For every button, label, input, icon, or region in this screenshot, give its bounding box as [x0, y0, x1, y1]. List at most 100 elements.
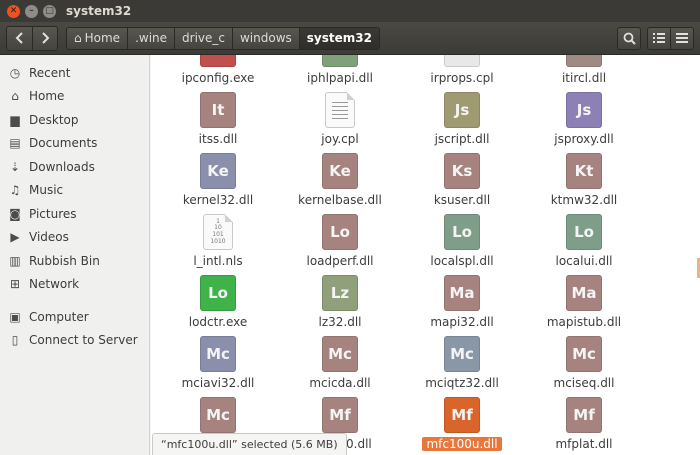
sidebar-item-label: Computer: [29, 309, 89, 324]
file-item[interactable]: Mf mfc100u.dll: [401, 397, 523, 451]
file-item[interactable]: Mc mciseq.dll: [523, 336, 645, 390]
library-file-icon: Ke: [322, 153, 358, 189]
sidebar-item-connect-to-server[interactable]: ▯ Connect to Server: [0, 329, 149, 353]
file-icon-abbr: Mf: [329, 406, 351, 424]
file-icon-abbr: Mf: [573, 406, 595, 424]
file-item[interactable]: iphlpapi.dll: [279, 55, 401, 85]
file-name: mciseq.dll: [553, 376, 615, 390]
file-item[interactable]: Ma mapi32.dll: [401, 275, 523, 329]
file-name: localspl.dll: [430, 254, 494, 268]
file-label-wrap: localspl.dll: [401, 250, 523, 268]
sidebar-item-documents[interactable]: ▤ Documents: [0, 132, 149, 156]
file-item[interactable]: Mc mcicda.dll: [279, 336, 401, 390]
file-item[interactable]: It itss.dll: [157, 92, 279, 146]
sidebar-item-recent[interactable]: ◷ Recent: [0, 61, 149, 85]
minimize-window-button[interactable]: –: [25, 4, 38, 18]
sidebar-item-downloads[interactable]: ⇣ Downloads: [0, 155, 149, 179]
icon-glyph-line: 1010: [210, 237, 226, 245]
file-name: ktmw32.dll: [550, 193, 618, 207]
file-name: ksuser.dll: [433, 193, 491, 207]
breadcrumb: ⌂ Home .wine drive_c windows system32: [66, 26, 380, 50]
sidebar-item-rubbish-bin[interactable]: ▥ Rubbish Bin: [0, 249, 149, 273]
file-label-wrap: ktmw32.dll: [523, 189, 645, 207]
file-item[interactable]: joy.cpl: [279, 92, 401, 146]
file-item[interactable]: itircl.dll: [523, 55, 645, 85]
file-item[interactable]: Mc mciavi32.dll: [157, 336, 279, 390]
file-item[interactable]: Ke kernelbase.dll: [279, 153, 401, 207]
breadcrumb-system32[interactable]: system32: [298, 27, 379, 49]
breadcrumb-label: windows: [239, 31, 292, 45]
sidebar-item-label: Music: [29, 183, 64, 198]
menu-icon: [676, 33, 688, 43]
file-icon-abbr: Lo: [452, 223, 472, 241]
file-label-wrap: ipconfig.exe: [157, 67, 279, 85]
title-bar: ✕ – □ system32: [0, 0, 700, 22]
file-item[interactable]: ipconfig.exe: [157, 55, 279, 85]
file-name: l_intl.nls: [193, 254, 243, 268]
view-options-button[interactable]: [670, 26, 694, 50]
file-item[interactable]: Kt ktmw32.dll: [523, 153, 645, 207]
library-file-icon: Mc: [200, 336, 236, 372]
file-item[interactable]: 1 10 101 1010 l_intl.nls: [157, 214, 279, 268]
maximize-icon: □: [45, 5, 54, 16]
breadcrumb-home[interactable]: ⌂ Home: [67, 27, 128, 49]
close-window-button[interactable]: ✕: [7, 4, 20, 18]
forward-button[interactable]: [32, 26, 57, 50]
maximize-window-button[interactable]: □: [43, 4, 56, 18]
file-label-wrap: jscript.dll: [401, 128, 523, 146]
sidebar-item-pictures[interactable]: ◙ Pictures: [0, 202, 149, 226]
sidebar-item-desktop[interactable]: ▆ Desktop: [0, 108, 149, 132]
file-item[interactable]: Js jsproxy.dll: [523, 92, 645, 146]
search-button[interactable]: [617, 26, 641, 50]
window-title: system32: [66, 4, 132, 18]
file-item[interactable]: Lo localspl.dll: [401, 214, 523, 268]
sidebar-item-music[interactable]: ♫ Music: [0, 179, 149, 203]
file-label-wrap: mciavi32.dll: [157, 372, 279, 390]
file-item[interactable]: Lz lz32.dll: [279, 275, 401, 329]
file-item[interactable]: irprops.cpl: [401, 55, 523, 85]
file-item[interactable]: Lo loadperf.dll: [279, 214, 401, 268]
library-file-icon: It: [200, 92, 236, 128]
back-button[interactable]: [7, 26, 32, 50]
computer-icon: ▣: [9, 309, 21, 324]
breadcrumb-drive-c[interactable]: drive_c: [174, 27, 232, 49]
file-name: loadperf.dll: [306, 254, 374, 268]
sidebar-item-label: Recent: [29, 65, 71, 80]
file-label-wrap: iphlpapi.dll: [279, 67, 401, 85]
sidebar-item-computer[interactable]: ▣ Computer: [0, 305, 149, 329]
sidebar-item-label: Desktop: [29, 112, 79, 127]
sidebar-item-network[interactable]: ⊞ Network: [0, 273, 149, 297]
file-item[interactable]: Js jscript.dll: [401, 92, 523, 146]
breadcrumb-wine[interactable]: .wine: [127, 27, 175, 49]
search-icon: [623, 32, 636, 45]
file-item[interactable]: Lo lodctr.exe: [157, 275, 279, 329]
clock-icon: ◷: [9, 65, 21, 80]
sidebar-separator: [0, 296, 149, 305]
file-item[interactable]: Ks ksuser.dll: [401, 153, 523, 207]
sidebar-item-videos[interactable]: ▶ Videos: [0, 226, 149, 250]
sidebar-item-label: Connect to Server: [29, 333, 138, 348]
icon-line: [332, 105, 348, 107]
file-name: mapi32.dll: [430, 315, 494, 329]
toolbar-right: [611, 26, 694, 50]
file-view[interactable]: ipconfig.exe iphlpapi.dll irprops.cpl itirc…: [151, 55, 700, 455]
file-item[interactable]: Ke kernel32.dll: [157, 153, 279, 207]
sidebar-item-home[interactable]: ⌂ Home: [0, 85, 149, 109]
file-label-wrap: lodctr.exe: [157, 311, 279, 329]
list-view-button[interactable]: [647, 26, 671, 50]
sidebar-item-label: Home: [29, 89, 65, 104]
breadcrumb-windows[interactable]: windows: [231, 27, 299, 49]
file-item[interactable]: Mc mciqtz32.dll: [401, 336, 523, 390]
file-name: mciavi32.dll: [181, 376, 255, 390]
library-file-icon: Kt: [566, 153, 602, 189]
list-view-icon: [653, 33, 665, 43]
file-label-wrap: l_intl.nls: [157, 250, 279, 268]
file-name: itss.dll: [198, 132, 238, 146]
sidebar-item-label: Videos: [29, 230, 69, 245]
file-icon-abbr: Ma: [449, 284, 475, 302]
file-item[interactable]: Ma mapistub.dll: [523, 275, 645, 329]
file-item[interactable]: Mf mfplat.dll: [523, 397, 645, 451]
file-label-wrap: mapistub.dll: [523, 311, 645, 329]
file-item[interactable]: Lo localui.dll: [523, 214, 645, 268]
sidebar-item-label: Documents: [29, 136, 98, 151]
